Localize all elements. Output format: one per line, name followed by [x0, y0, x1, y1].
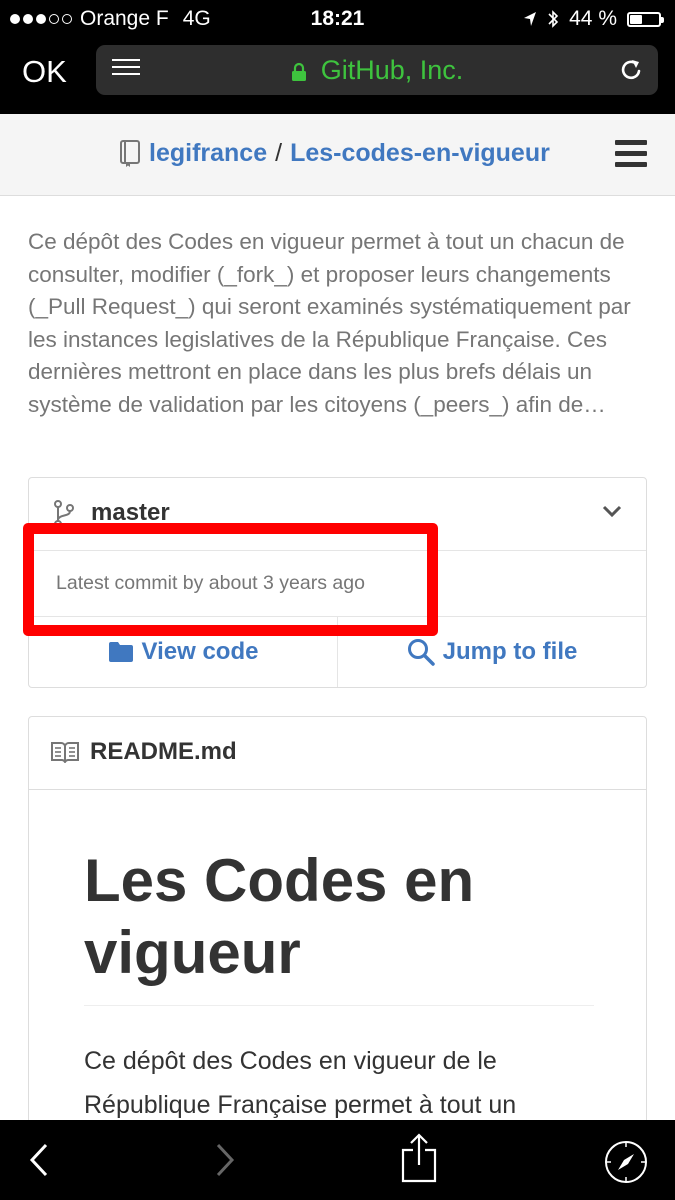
view-code-label: View code — [141, 637, 259, 665]
highlight-annotation — [23, 523, 438, 636]
address-bar[interactable]: GitHub, Inc. — [96, 45, 658, 95]
battery-percent: 44 % — [569, 7, 617, 30]
location-arrow-icon — [524, 12, 537, 26]
safari-compass-icon[interactable] — [603, 1139, 649, 1185]
done-button[interactable]: OK — [22, 54, 67, 90]
hamburger-menu-icon[interactable] — [615, 140, 647, 173]
repo-owner-link[interactable]: legifrance — [149, 139, 267, 168]
browser-toolbar: OK GitHub, Inc. — [0, 38, 675, 114]
readme-header: README.md — [29, 717, 646, 790]
lock-icon — [291, 62, 306, 81]
bottom-toolbar — [0, 1120, 675, 1200]
repo-breadcrumb: legifrance / Les-codes-en-vigueur — [119, 139, 550, 168]
back-arrow-icon[interactable] — [28, 1142, 50, 1178]
readme-filename[interactable]: README.md — [90, 738, 237, 766]
repo-book-icon — [120, 139, 140, 167]
status-indicators: 44 % — [523, 7, 664, 31]
forward-arrow-icon[interactable] — [214, 1142, 236, 1178]
bluetooth-icon — [548, 10, 559, 28]
readme-paragraph: Ce dépôt des Codes en vigueur de le Répu… — [84, 1047, 517, 1119]
readme-heading: Les Codes en vigueur — [84, 845, 594, 1006]
battery-icon — [627, 11, 664, 27]
search-icon — [407, 638, 435, 666]
readme-panel: README.md Les Codes en vigueur Ce dépôt … — [28, 716, 647, 1136]
repo-name-link[interactable]: Les-codes-en-vigueur — [290, 139, 550, 168]
status-bar: Orange F 4G 18:21 44 % — [0, 0, 675, 38]
share-icon[interactable] — [400, 1133, 438, 1183]
repo-separator: / — [275, 139, 283, 167]
folder-icon — [108, 641, 133, 662]
repo-header: legifrance / Les-codes-en-vigueur — [0, 114, 675, 196]
url-display[interactable]: GitHub, Inc. — [96, 55, 658, 86]
jump-to-file-label: Jump to file — [442, 637, 578, 665]
book-open-icon — [51, 742, 79, 763]
reload-icon[interactable] — [618, 56, 644, 84]
url-text: GitHub, Inc. — [320, 55, 464, 85]
repo-description: Ce dépôt des Codes en vigueur permet à t… — [28, 229, 631, 417]
chevron-down-icon[interactable] — [602, 504, 622, 518]
